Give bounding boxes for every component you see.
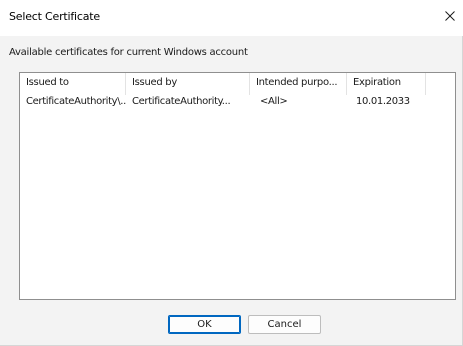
column-header-expiration[interactable]: Expiration bbox=[347, 73, 426, 95]
table-row[interactable]: CertificateAuthority\... CertificateAuth… bbox=[20, 95, 455, 111]
column-header-issued-to[interactable]: Issued to bbox=[20, 73, 126, 95]
cell-intended-purposes: <All> bbox=[260, 96, 288, 107]
select-certificate-dialog: Select Certificate Available certificate… bbox=[0, 0, 463, 346]
certificate-list[interactable]: Issued to Issued by Intended purpo... Ex… bbox=[19, 72, 456, 300]
close-icon bbox=[445, 11, 455, 21]
column-header-intended-purposes[interactable]: Intended purpo... bbox=[250, 73, 347, 95]
cancel-button[interactable]: Cancel bbox=[248, 315, 321, 334]
cell-issued-to: CertificateAuthority\... bbox=[26, 96, 126, 107]
column-header-row: Issued to Issued by Intended purpo... Ex… bbox=[20, 73, 455, 95]
cell-expiration: 10.01.2033 bbox=[356, 96, 410, 107]
ok-button[interactable]: OK bbox=[168, 315, 241, 334]
cell-issued-by: CertificateAuthority... bbox=[132, 96, 231, 107]
certificates-caption: Available certificates for current Windo… bbox=[9, 47, 248, 58]
column-header-issued-by[interactable]: Issued by bbox=[126, 73, 250, 95]
close-button[interactable] bbox=[437, 0, 463, 32]
dialog-title: Select Certificate bbox=[9, 10, 100, 23]
title-bar: Select Certificate bbox=[0, 0, 463, 36]
